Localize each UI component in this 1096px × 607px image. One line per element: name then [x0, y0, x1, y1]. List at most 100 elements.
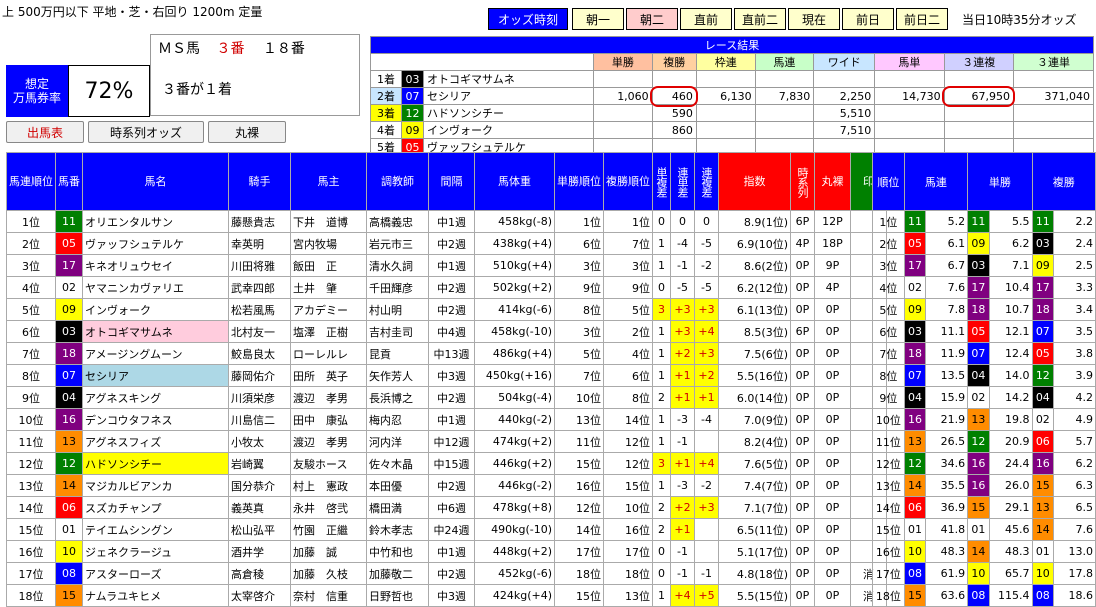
side-cell: 7位: [872, 342, 905, 365]
side-cell: 3.4: [1053, 298, 1096, 321]
horse-cell: 本田優: [366, 474, 429, 497]
horse-row[interactable]: 1位 11 オリエンタルサン 藤懸貴志 下井 道博 高橋義忠 中1週 458kg(-8) 1位 1…: [6, 210, 887, 233]
entries-button[interactable]: 出馬表: [6, 121, 84, 143]
horse-cell: 0P: [790, 342, 815, 365]
horse-cell: 5位: [6, 298, 56, 321]
race-result-title: レース結果: [370, 36, 1094, 54]
ms-heading: ＭＳ馬 ３番 １８番: [158, 38, 305, 58]
horse-cell: 01: [55, 518, 83, 541]
side-row: 10位 16 21.9 13 19.8 02 4.9: [872, 408, 1096, 431]
main-col-15[interactable]: 丸裸: [814, 152, 851, 211]
horse-cell: 17位: [6, 562, 56, 585]
main-col-8[interactable]: 単勝順位: [554, 152, 604, 211]
main-col-3[interactable]: 騎手: [228, 152, 291, 211]
horse-cell: 0P: [790, 386, 815, 409]
main-col-14[interactable]: 時系列: [790, 152, 815, 211]
horse-row[interactable]: 3位 17 キネオリュウセイ 川田将雅 飯田 正清水久詞 中1週 510kg(+4) 3位 3位…: [6, 254, 887, 277]
horse-cell: 1位: [603, 210, 653, 233]
horse-row[interactable]: 14位 06 スズカチャンプ 義英真 永井 啓弐 橋田満 中6週 478kg(+8) 12位 10…: [6, 496, 887, 519]
horse-cell: 0P: [814, 518, 851, 541]
main-col-0[interactable]: 馬連順位: [6, 152, 56, 211]
main-col-5[interactable]: 調教師: [366, 152, 429, 211]
side-cell: 14.2: [988, 386, 1033, 409]
side-cell: 06: [903, 496, 927, 519]
side-cell: 11: [903, 210, 927, 233]
horse-row[interactable]: 18位 15 ナムラユキヒメ 太宰啓介 奈村 信重 日野哲也 中3週 424kg(+4) 15位…: [6, 584, 887, 607]
horse-cell: 梅内忍: [366, 408, 429, 431]
tab-genzai[interactable]: 現在: [788, 8, 840, 30]
horse-cell: 12位: [603, 430, 653, 453]
horse-cell: 1: [652, 254, 671, 277]
side-col-1[interactable]: 馬連: [903, 152, 969, 211]
result-row: 2着 07 セシリア 1,060 460 6,130 7,830 2,250 14,730 67,…: [370, 85, 1095, 107]
side-col-0[interactable]: 順位: [872, 152, 905, 211]
side-cell: 3位: [872, 254, 905, 277]
horse-row[interactable]: 11位 13 アグネスフィズ 小牧太 渡辺 孝男 河内洋 中12週 474kg(+2) 11位 1…: [6, 430, 887, 453]
horse-cell: 13: [55, 430, 83, 453]
horse-cell: 6P: [790, 210, 815, 233]
horse-cell: 448kg(+2): [474, 540, 555, 563]
main-col-2[interactable]: 馬名: [82, 152, 229, 211]
side-cell: 20.9: [988, 430, 1033, 453]
time-series-odds-button[interactable]: 時系列オッズ: [88, 121, 204, 143]
horse-cell: 中12週: [428, 430, 475, 453]
horse-row[interactable]: 7位 18 アメージングムーン 鮫島良太 ローレルレ 昆貢 中13週 486kg(+4) 5位 4…: [6, 342, 887, 365]
side-cell: 12位: [872, 452, 905, 475]
tab-asa1[interactable]: 朝一: [572, 8, 624, 30]
horse-cell: 18: [55, 342, 83, 365]
horse-row[interactable]: 16位 10 ジェネクラージュ 酒井学 加藤 誠中竹和也 中1週 448kg(+2) 17位 1…: [6, 540, 887, 563]
side-cell: 2.2: [1053, 210, 1096, 233]
horse-row[interactable]: 9位 04 アグネスキング 川須栄彦 渡辺 孝男 長浜博之 中2週 504kg(-4) 10位 8…: [6, 386, 887, 409]
horse-row[interactable]: 12位 12 ハドソンシチー 岩崎翼 友駿ホース 佐々木晶 中15週 446kg(+2) 15位…: [6, 452, 887, 475]
main-col-12[interactable]: 連複差: [694, 152, 719, 211]
side-col-3[interactable]: 複勝: [1031, 152, 1096, 211]
side-cell: 18.6: [1053, 584, 1096, 607]
horse-cell: +3: [694, 342, 719, 365]
tab-zenjitsu[interactable]: 前日: [842, 8, 894, 30]
horse-row[interactable]: 15位 01 テイエムシングン 松山弘平 竹園 正繼 鈴木孝志 中24週 490kg(-10)…: [6, 518, 887, 541]
main-col-4[interactable]: 馬主: [290, 152, 367, 211]
marudaka-button[interactable]: 丸裸: [208, 121, 286, 143]
tab-chokuzen2[interactable]: 直前二: [734, 8, 786, 30]
horse-cell: 0P: [790, 518, 815, 541]
main-col-13[interactable]: 指数: [718, 152, 791, 211]
horse-row[interactable]: 13位 14 マジカルビアンカ 国分恭介 村上 憲政 本田優 中2週 446kg(-2) 16位…: [6, 474, 887, 497]
side-cell: 29.1: [988, 496, 1033, 519]
main-col-6[interactable]: 間隔: [428, 152, 475, 211]
tab-zenjitsu2[interactable]: 前日二: [896, 8, 948, 30]
horse-row[interactable]: 5位 09 インヴォーク 松若風馬 アカデミー 村山明 中2週 414kg(-6) 8位 5位 3 +…: [6, 298, 887, 321]
horse-cell: 7.4(7位): [718, 474, 791, 497]
horse-cell: 川田将雅: [228, 254, 291, 277]
horse-cell: 中1週: [428, 408, 475, 431]
horse-row[interactable]: 6位 03 オトコギマサムネ 北村友一 塩澤 正樹 吉村圭司 中4週 458kg(-10) 3位…: [6, 320, 887, 343]
main-col-10[interactable]: 単複差: [652, 152, 671, 211]
main-col-1[interactable]: 馬番: [55, 152, 83, 211]
side-cell: 6.7: [925, 254, 969, 277]
side-cell: 03: [967, 254, 990, 277]
horse-row[interactable]: 4位 02 ヤマニンカヴァリエ 武幸四郎 土井 肇千田輝彦 中2週 502kg(+2) 9位 9…: [6, 276, 887, 299]
horse-cell: +2: [670, 496, 695, 519]
tab-chokuzen[interactable]: 直前: [680, 8, 732, 30]
side-cell: 09: [1031, 254, 1055, 277]
side-cell: 3.9: [1053, 364, 1096, 387]
horse-cell: 中2週: [428, 232, 475, 255]
horse-cell: 千田輝彦: [366, 276, 429, 299]
horse-cell: 0P: [790, 254, 815, 277]
horse-cell: +4: [670, 584, 695, 607]
horse-row[interactable]: 10位 16 デンコウタフネス 川島信二 田中 康弘 梅内忍 中1週 440kg(-2) 13位…: [6, 408, 887, 431]
main-col-11[interactable]: 連単差: [670, 152, 695, 211]
side-cell: 11位: [872, 430, 905, 453]
result-val: [874, 104, 945, 122]
tab-asa2[interactable]: 朝二: [626, 8, 678, 30]
horse-row[interactable]: 8位 07 セシリア 藤岡佑介 田所 英子 矢作芳人 中3週 450kg(+16) 7位 6位 1 +…: [6, 364, 887, 387]
side-cell: 3.3: [1053, 276, 1096, 299]
horse-cell: 0P: [790, 562, 815, 585]
main-col-7[interactable]: 馬体重: [474, 152, 555, 211]
side-col-2[interactable]: 単勝: [967, 152, 1033, 211]
result-col-6: ３連複: [943, 53, 1014, 71]
horse-cell: キネオリュウセイ: [82, 254, 229, 277]
horse-row[interactable]: 2位 05 ヴァッフシュテルケ 幸英明 宮内牧場 岩元市三 中2週 438kg(+4) 6位 7位…: [6, 232, 887, 255]
horse-row[interactable]: 17位 08 アスターローズ 高倉稜 加藤 久枝 加藤敬二 中2週 452kg(-6) 18位 1…: [6, 562, 887, 585]
main-col-9[interactable]: 複勝順位: [603, 152, 653, 211]
horse-cell: 鮫島良太: [228, 342, 291, 365]
